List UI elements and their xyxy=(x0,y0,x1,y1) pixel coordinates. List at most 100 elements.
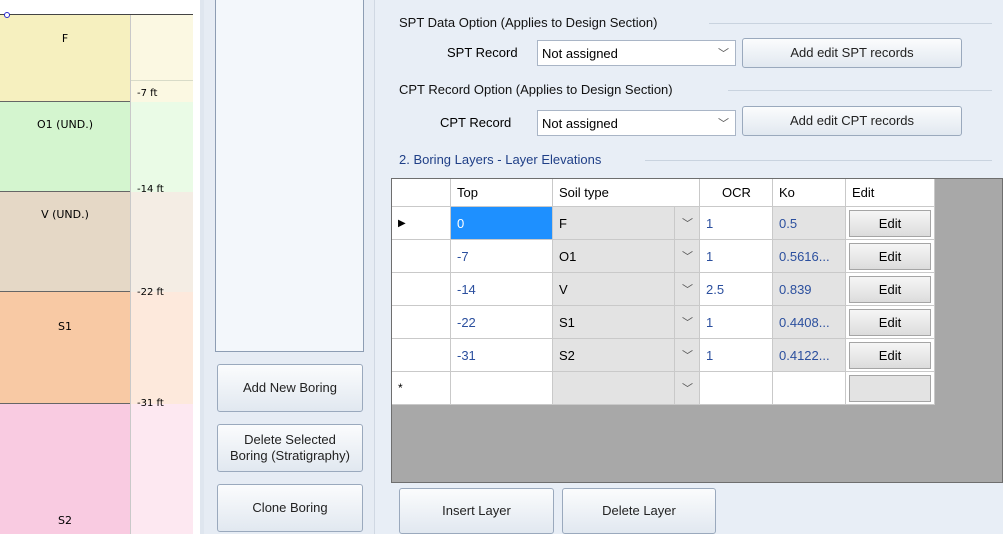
ground-surface-line xyxy=(0,14,193,15)
new-row-asterisk-icon: * xyxy=(398,381,403,395)
row-header[interactable]: ▶ xyxy=(392,207,451,240)
soil-type-value: V xyxy=(559,281,568,297)
cell-ocr[interactable]: 1 xyxy=(700,240,773,273)
chevron-down-icon: ﹀ xyxy=(718,118,729,130)
row-header[interactable] xyxy=(392,240,451,273)
new-row-cell-soil-type[interactable]: ﹀ xyxy=(553,372,700,405)
layer-shade-v xyxy=(130,192,193,292)
chevron-down-icon: ﹀ xyxy=(682,284,693,296)
cell-edit: Edit xyxy=(846,306,935,339)
soil-type-value: S1 xyxy=(559,314,575,330)
cell-ocr[interactable]: 2.5 xyxy=(700,273,773,306)
cpt-record-select[interactable]: Not assigned ﹀ xyxy=(537,110,736,136)
grid-row-header-corner xyxy=(392,179,451,207)
new-row-cell-edit xyxy=(846,372,935,405)
cell-top[interactable]: -22 xyxy=(451,306,553,339)
new-row-header[interactable]: * xyxy=(392,372,451,405)
boring-list[interactable] xyxy=(215,0,364,352)
edit-button[interactable]: Edit xyxy=(849,242,931,270)
cell-soil-type[interactable]: F ﹀ xyxy=(553,207,700,240)
chevron-down-icon: ﹀ xyxy=(718,48,729,60)
cell-top[interactable]: 0 xyxy=(451,207,553,240)
layers-group-title: 2. Boring Layers - Layer Elevations xyxy=(399,152,602,167)
column-header-soil-type[interactable]: Soil type xyxy=(553,179,700,207)
column-header-ocr[interactable]: OCR xyxy=(700,179,773,207)
chevron-down-icon: ﹀ xyxy=(682,350,693,362)
row-header[interactable] xyxy=(392,273,451,306)
row-header[interactable] xyxy=(392,306,451,339)
spt-group-title: SPT Data Option (Applies to Design Secti… xyxy=(399,15,658,30)
cell-top[interactable]: -31 xyxy=(451,339,553,372)
row-header[interactable] xyxy=(392,339,451,372)
chevron-down-icon: ﹀ xyxy=(682,218,693,230)
layer-band-v[interactable]: V (UND.) xyxy=(0,192,130,292)
cell-soil-type[interactable]: S2 ﹀ xyxy=(553,339,700,372)
faint-guide-line xyxy=(130,80,193,81)
add-new-boring-button[interactable]: Add New Boring xyxy=(217,364,363,412)
soil-type-value: F xyxy=(559,215,567,231)
edit-button[interactable]: Edit xyxy=(849,341,931,369)
chevron-down-icon: ﹀ xyxy=(682,251,693,263)
stratigraphy-divider xyxy=(130,14,131,534)
layer-band-s2[interactable]: S2 xyxy=(0,404,130,534)
new-row-cell-top[interactable] xyxy=(451,372,553,405)
cell-ocr[interactable]: 1 xyxy=(700,306,773,339)
edit-button[interactable]: Edit xyxy=(849,209,931,237)
layer-shade-s2 xyxy=(130,404,193,534)
origin-marker-icon xyxy=(4,12,10,18)
layer-shade-o1 xyxy=(130,102,193,192)
elevation-label: -31 ft xyxy=(137,398,164,409)
new-row-cell-ko xyxy=(773,372,846,405)
delete-boring-label-line2: Boring (Stratigraphy) xyxy=(230,448,350,463)
edit-button-disabled xyxy=(849,374,931,402)
cell-ocr[interactable]: 1 xyxy=(700,207,773,240)
add-edit-cpt-button[interactable]: Add edit CPT records xyxy=(742,106,962,136)
cell-soil-type[interactable]: V ﹀ xyxy=(553,273,700,306)
cell-edit: Edit xyxy=(846,339,935,372)
cell-soil-type[interactable]: S1 ﹀ xyxy=(553,306,700,339)
clone-boring-button[interactable]: Clone Boring xyxy=(217,484,363,532)
spt-record-label: SPT Record xyxy=(447,45,518,60)
cell-ko: 0.839 xyxy=(773,273,846,306)
elevation-label: -22 ft xyxy=(137,287,164,298)
column-header-ko[interactable]: Ko xyxy=(773,179,846,207)
delete-boring-button[interactable]: Delete Selected Boring (Stratigraphy) xyxy=(217,424,363,472)
soil-type-value: O1 xyxy=(559,248,577,264)
layer-band-s1[interactable]: S1 xyxy=(0,292,130,404)
edit-button[interactable]: Edit xyxy=(849,275,931,303)
soil-type-value: S2 xyxy=(559,347,575,363)
current-row-arrow-icon: ▶ xyxy=(398,217,406,229)
add-edit-spt-button[interactable]: Add edit SPT records xyxy=(742,38,962,68)
new-row-cell-ocr[interactable] xyxy=(700,372,773,405)
delete-layer-button[interactable]: Delete Layer xyxy=(562,488,716,534)
elevation-label: -14 ft xyxy=(137,184,164,195)
cell-top[interactable]: -7 xyxy=(451,240,553,273)
cpt-group-border xyxy=(728,90,992,91)
cpt-record-value: Not assigned xyxy=(542,115,618,131)
cell-ko: 0.4408... xyxy=(773,306,846,339)
column-header-top[interactable]: Top xyxy=(451,179,553,207)
cpt-group-title: CPT Record Option (Applies to Design Sec… xyxy=(399,82,673,97)
cell-top[interactable]: -14 xyxy=(451,273,553,306)
spt-record-select[interactable]: Not assigned ﹀ xyxy=(537,40,736,66)
cell-edit: Edit xyxy=(846,273,935,306)
chevron-down-icon: ﹀ xyxy=(682,317,693,329)
delete-boring-label-line1: Delete Selected xyxy=(244,432,336,447)
spt-group-border xyxy=(709,23,992,24)
column-header-edit[interactable]: Edit xyxy=(846,179,935,207)
cell-soil-type[interactable]: O1 ﹀ xyxy=(553,240,700,273)
layers-group-border xyxy=(645,160,992,161)
layer-shade-s1 xyxy=(130,292,193,404)
cell-ko: 0.5616... xyxy=(773,240,846,273)
chevron-down-icon: ﹀ xyxy=(682,383,693,395)
edit-button[interactable]: Edit xyxy=(849,308,931,336)
elevation-label: -7 ft xyxy=(137,88,158,99)
insert-layer-button[interactable]: Insert Layer xyxy=(399,488,554,534)
cell-ocr[interactable]: 1 xyxy=(700,339,773,372)
cell-ko: 0.4122... xyxy=(773,339,846,372)
cpt-record-label: CPT Record xyxy=(440,115,512,130)
layer-band-o1[interactable]: O1 (UND.) xyxy=(0,102,130,192)
cell-ko: 0.5 xyxy=(773,207,846,240)
spt-record-value: Not assigned xyxy=(542,45,618,61)
layer-band-f[interactable]: F xyxy=(0,14,130,102)
